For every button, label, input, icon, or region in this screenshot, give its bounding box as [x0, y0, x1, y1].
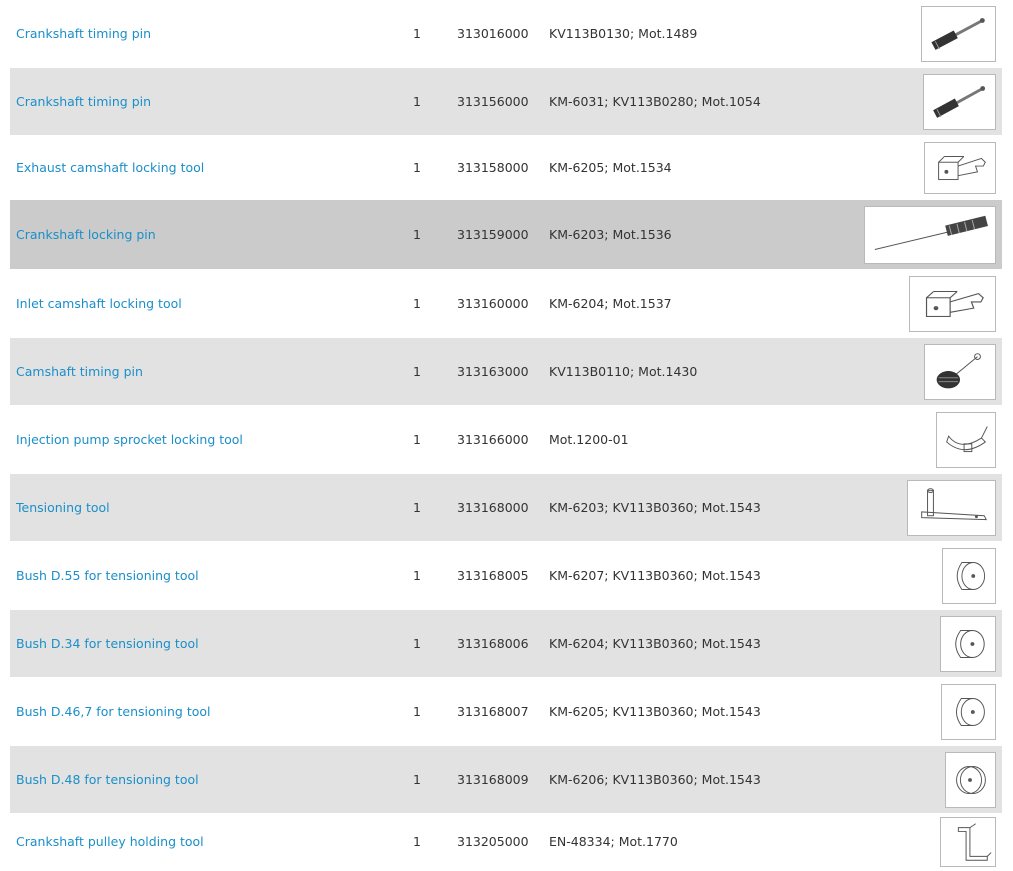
tool-name-link[interactable]: Bush D.55 for tensioning tool [16, 568, 199, 584]
table-row: Bush D.46,7 for tensioning tool 1 31316800… [10, 678, 1002, 746]
part-number: 313016000 [457, 25, 529, 41]
quantity: 1 [413, 635, 421, 651]
sprocket-locking-tool-icon[interactable] [936, 411, 996, 468]
quantity: 1 [413, 431, 421, 447]
tool-name-link[interactable]: Bush D.34 for tensioning tool [16, 636, 199, 652]
quantity: 1 [413, 295, 421, 311]
quantity: 1 [413, 499, 421, 515]
tool-name-link[interactable]: Crankshaft locking pin [16, 227, 156, 243]
part-number: 313159000 [457, 226, 529, 242]
part-number: 313168005 [457, 567, 529, 583]
bush-flat-icon[interactable] [945, 751, 996, 808]
oem-references: EN-48334; Mot.1770 [549, 834, 678, 849]
quantity: 1 [413, 834, 421, 849]
quantity: 1 [413, 363, 421, 379]
tool-name-link[interactable]: Injection pump sprocket locking tool [16, 432, 243, 448]
part-number: 313160000 [457, 295, 529, 311]
crankshaft-timing-pin-icon[interactable] [923, 73, 996, 130]
quantity: 1 [413, 703, 421, 719]
quantity: 1 [413, 25, 421, 41]
oem-references: KM-6204; Mot.1537 [549, 295, 672, 311]
crankshaft-locking-pin-icon[interactable] [864, 205, 996, 264]
part-number: 313163000 [457, 363, 529, 379]
oem-references: KM-6204; KV113B0360; Mot.1543 [549, 635, 761, 651]
part-number: 313168006 [457, 635, 529, 651]
tool-name-link[interactable]: Inlet camshaft locking tool [16, 296, 182, 312]
part-number: 313168009 [457, 771, 529, 787]
table-row: Camshaft timing pin 1 313163000 KV113B0110;… [10, 338, 1002, 406]
oem-references: KV113B0130; Mot.1489 [549, 25, 698, 41]
oem-references: KM-6203; KV113B0360; Mot.1543 [549, 499, 761, 515]
table-row: Inlet camshaft locking tool 1 313160000 KM-… [10, 270, 1002, 338]
camshaft-timing-pin-icon[interactable] [924, 343, 996, 400]
tool-name-link[interactable]: Bush D.48 for tensioning tool [16, 772, 199, 788]
oem-references: KM-6031; KV113B0280; Mot.1054 [549, 93, 761, 109]
tool-name-link[interactable]: Crankshaft timing pin [16, 94, 151, 110]
table-row: Crankshaft pulley holding tool 1 313205000… [10, 814, 1002, 871]
bush-icon[interactable] [941, 683, 996, 740]
camshaft-locking-tool-icon[interactable] [924, 141, 996, 194]
tool-name-link[interactable]: Crankshaft timing pin [16, 26, 151, 42]
quantity: 1 [413, 159, 421, 175]
bush-icon[interactable] [940, 615, 996, 672]
oem-references: KM-6205; Mot.1534 [549, 159, 672, 175]
tool-name-link[interactable]: Crankshaft pulley holding tool [16, 834, 204, 850]
quantity: 1 [413, 771, 421, 787]
quantity: 1 [413, 93, 421, 109]
oem-references: KM-6206; KV113B0360; Mot.1543 [549, 771, 761, 787]
part-number: 313168007 [457, 703, 529, 719]
part-number: 313205000 [457, 834, 529, 849]
tool-name-link[interactable]: Camshaft timing pin [16, 364, 143, 380]
crankshaft-timing-pin-icon[interactable] [921, 5, 996, 62]
oem-references: KM-6205; KV113B0360; Mot.1543 [549, 703, 761, 719]
table-row: Tensioning tool 1 313168000 KM-6203; KV113B… [10, 474, 1002, 542]
table-row: Crankshaft timing pin 1 313156000 KM-6031; … [10, 68, 1002, 136]
table-row: Bush D.48 for tensioning tool 1 313168009 K… [10, 746, 1002, 814]
tool-name-link[interactable]: Tensioning tool [16, 500, 110, 516]
oem-references: Mot.1200-01 [549, 431, 629, 447]
table-row: Injection pump sprocket locking tool 1 313… [10, 406, 1002, 474]
part-number: 313168000 [457, 499, 529, 515]
part-number: 313158000 [457, 159, 529, 175]
table-row: Bush D.34 for tensioning tool 1 313168006 K… [10, 610, 1002, 678]
tensioning-tool-icon[interactable] [907, 479, 996, 536]
quantity: 1 [413, 226, 421, 242]
part-number: 313156000 [457, 93, 529, 109]
oem-references: KM-6203; Mot.1536 [549, 226, 672, 242]
quantity: 1 [413, 567, 421, 583]
table-row: Bush D.55 for tensioning tool 1 313168005 K… [10, 542, 1002, 610]
bush-icon[interactable] [942, 547, 996, 604]
table-row: Crankshaft timing pin 1 313016000 KV113B013… [10, 0, 1002, 68]
part-number: 313166000 [457, 431, 529, 447]
pulley-holding-tool-icon[interactable] [940, 817, 996, 867]
table-row: Crankshaft locking pin 1 313159000 KM-6203;… [10, 200, 1002, 270]
table-row: Exhaust camshaft locking tool 1 313158000 K… [10, 136, 1002, 200]
oem-references: KM-6207; KV113B0360; Mot.1543 [549, 567, 761, 583]
tool-name-link[interactable]: Exhaust camshaft locking tool [16, 160, 204, 176]
oem-references: KV113B0110; Mot.1430 [549, 363, 698, 379]
tools-table: Crankshaft timing pin 1 313016000 KV113B013… [10, 0, 1002, 871]
tool-name-link[interactable]: Bush D.46,7 for tensioning tool [16, 704, 211, 720]
camshaft-locking-tool-icon[interactable] [909, 275, 996, 332]
